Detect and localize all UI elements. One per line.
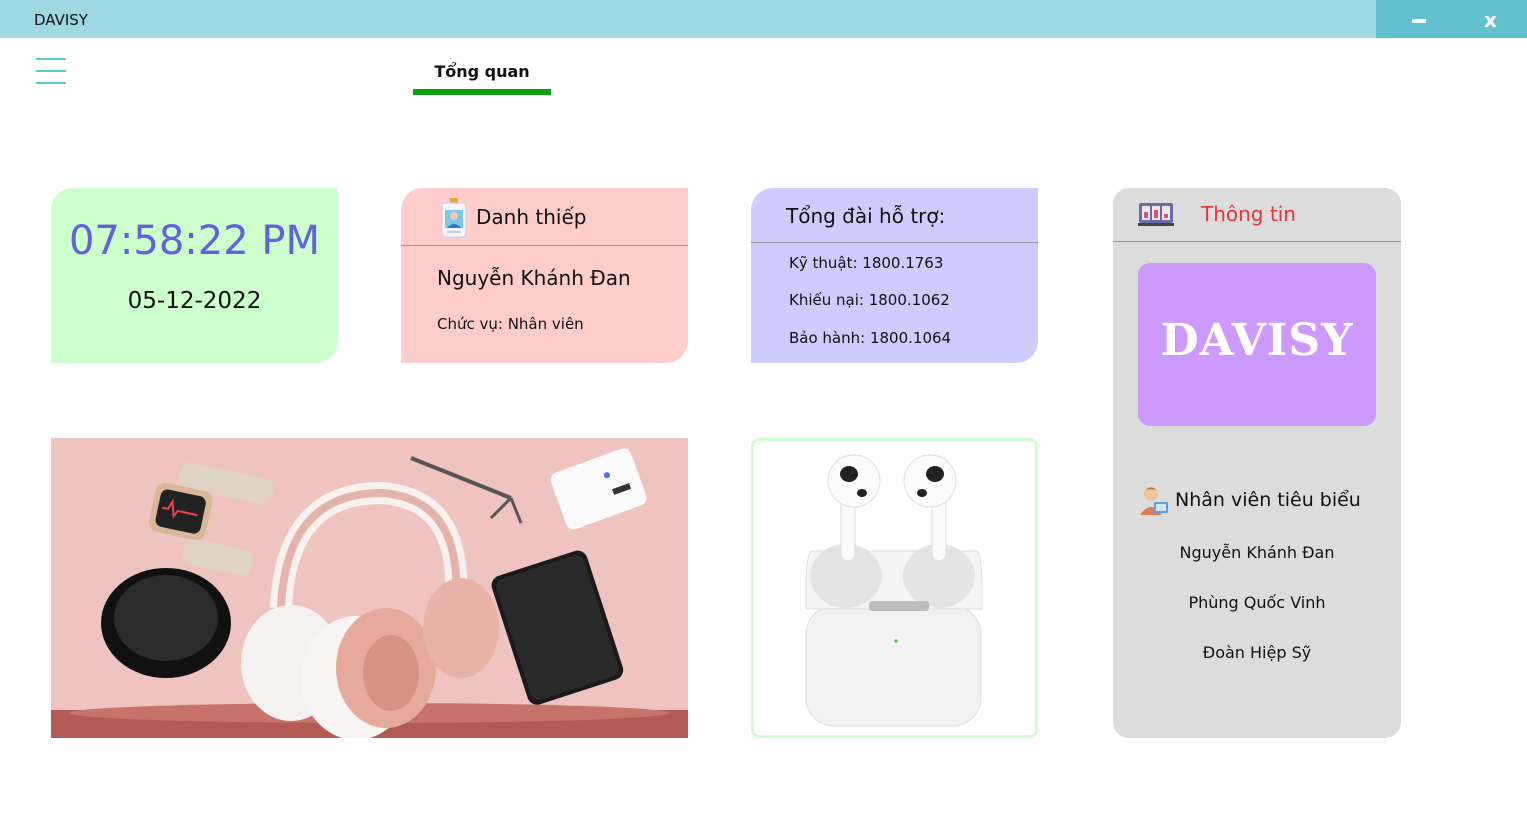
- tab-label: Tổng quan: [434, 62, 530, 81]
- tab-overview[interactable]: Tổng quan: [413, 60, 551, 95]
- title-bar: DAVISY x: [0, 0, 1527, 38]
- info-header: Thông tin: [1201, 202, 1296, 226]
- staff-item: Nguyễn Khánh Đan: [1179, 543, 1335, 562]
- divider: [1113, 241, 1401, 242]
- hotline-warranty: Bảo hành: 1800.1064: [789, 329, 952, 347]
- employee-role: Chức vụ: Nhân viên: [437, 315, 584, 333]
- top-staff-title: Nhân viên tiêu biểu: [1175, 489, 1361, 511]
- hotline-card: Tổng đài hỗ trợ: Kỹ thuật: 1800.1763 Khi…: [751, 188, 1038, 363]
- tab-active-indicator: [413, 89, 551, 95]
- divider: [751, 242, 1038, 243]
- staff-item: Phùng Quốc Vinh: [1188, 593, 1326, 612]
- clock-date: 05-12-2022: [127, 288, 262, 314]
- id-badge-icon: [441, 198, 467, 242]
- clock-card: 07:58:22 PM 05-12-2022: [51, 188, 338, 363]
- hotline-technical: Kỹ thuật: 1800.1763: [789, 254, 944, 272]
- hotline-complaint: Khiếu nại: 1800.1062: [789, 291, 950, 309]
- business-card: Danh thiếp Nguyễn Khánh Đan Chức vụ: Nhâ…: [401, 188, 688, 363]
- brand-logo: DAVISY: [1138, 263, 1376, 426]
- staff-item: Đoàn Hiệp Sỹ: [1202, 643, 1312, 662]
- info-dashboard-icon: [1138, 202, 1174, 230]
- hotline-header: Tổng đài hỗ trợ:: [786, 204, 946, 228]
- minimize-icon[interactable]: [1412, 19, 1426, 23]
- employee-name: Nguyễn Khánh Đan: [437, 266, 631, 290]
- brand-name: DAVISY: [1160, 315, 1354, 366]
- window-controls: x: [1376, 0, 1527, 38]
- business-card-header: Danh thiếp: [476, 205, 587, 229]
- wireless-earbuds-image: [751, 438, 1038, 738]
- divider: [401, 245, 688, 246]
- employee-icon: [1139, 485, 1169, 521]
- window-title: DAVISY: [34, 11, 88, 29]
- close-button[interactable]: x: [1484, 8, 1497, 32]
- hamburger-menu-icon[interactable]: [36, 58, 66, 84]
- info-panel: Thông tin DAVISY Nhân viên tiêu biểu Ngu…: [1113, 188, 1401, 738]
- tech-accessories-banner-image: [51, 438, 688, 738]
- clock-time: 07:58:22 PM: [69, 218, 320, 264]
